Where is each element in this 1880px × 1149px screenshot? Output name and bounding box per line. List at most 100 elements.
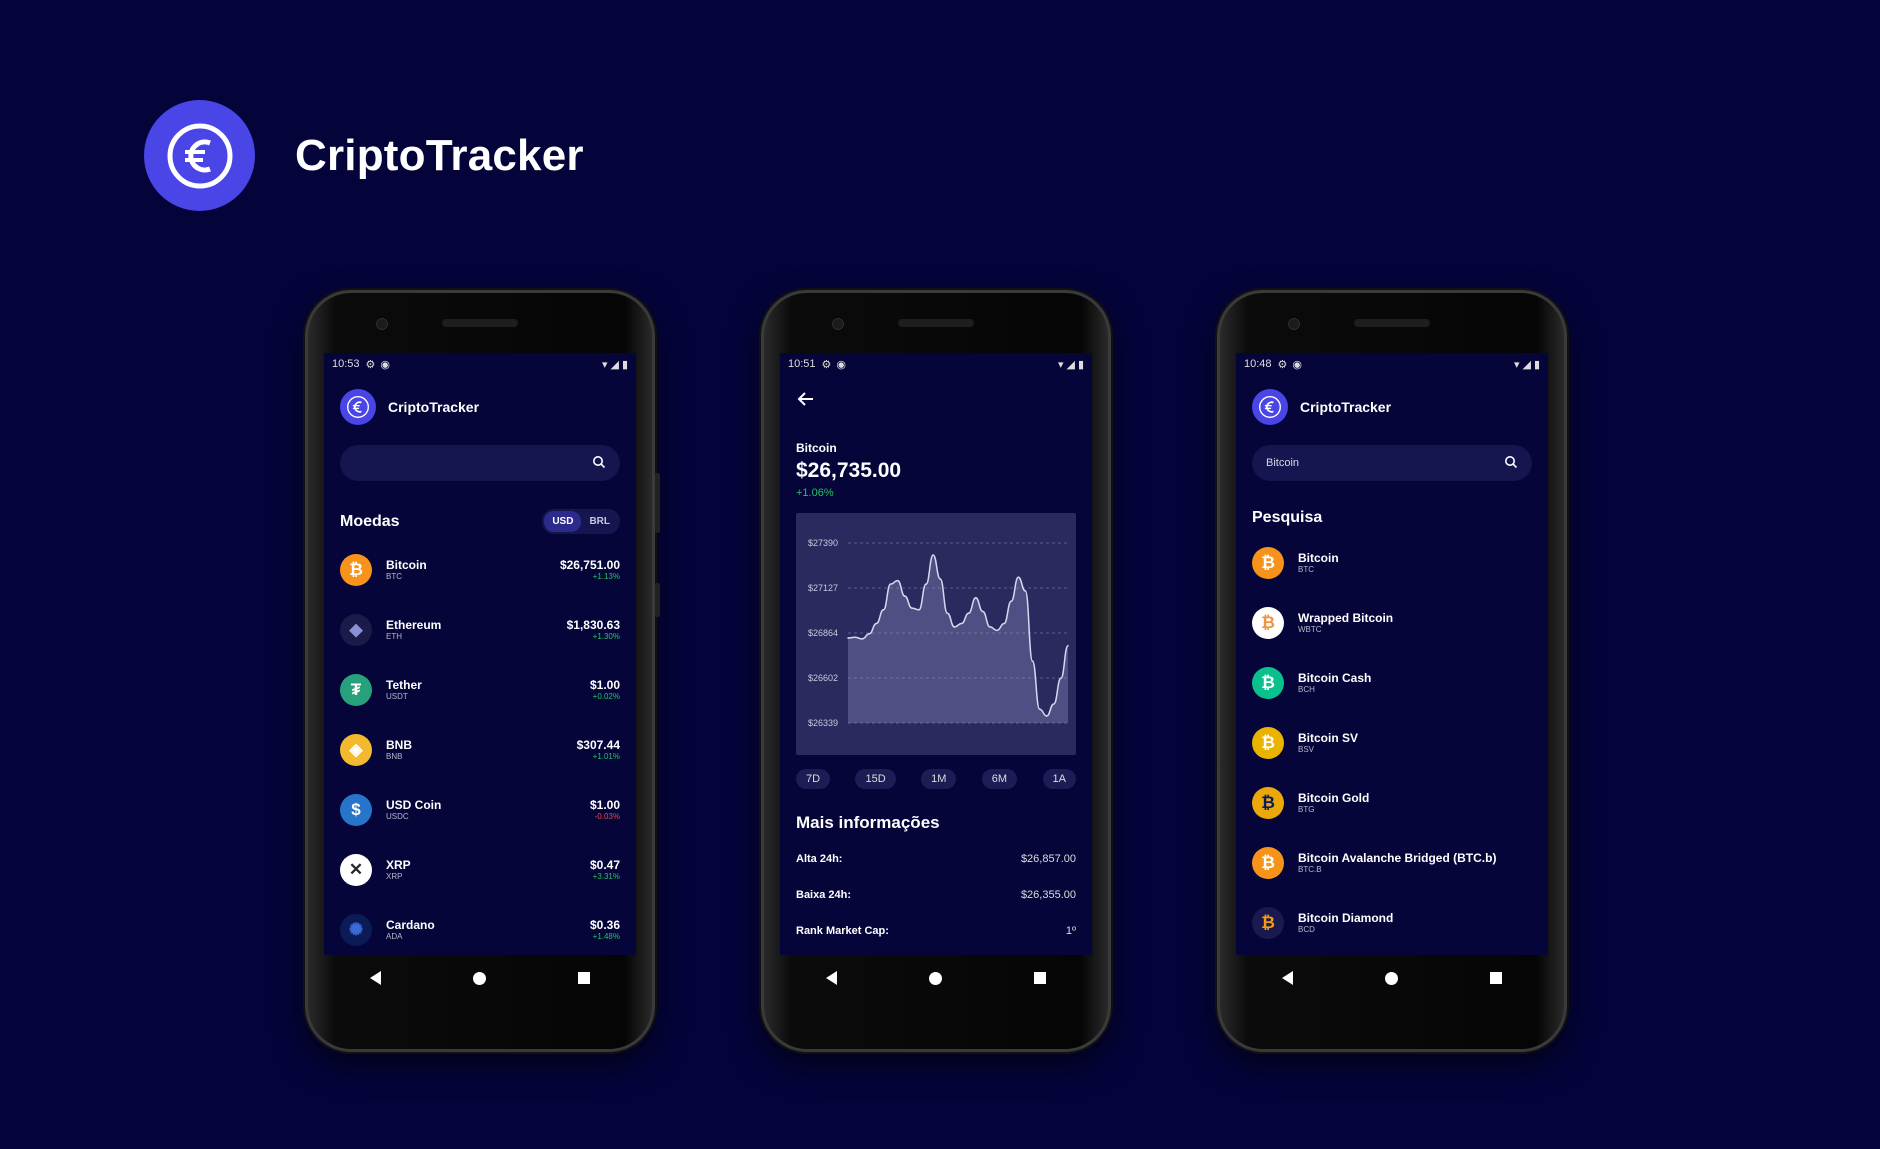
speaker <box>898 319 974 327</box>
coin-symbol: USDT <box>386 692 408 702</box>
coin-names: BNB BNB <box>386 738 577 762</box>
notification-icon: ◉ <box>380 358 391 371</box>
coin-change: +3.31% <box>592 872 620 882</box>
toggle-usd[interactable]: USD <box>544 511 582 532</box>
section-title: Pesquisa <box>1252 509 1323 526</box>
chart-point <box>889 583 892 585</box>
coin-names: USD Coin USDC <box>386 798 590 822</box>
notification-icon: ◉ <box>836 358 847 371</box>
chart-point <box>911 607 913 609</box>
y-tick-label: $27390 <box>808 538 838 548</box>
search-result-row[interactable]: ₿ Bitcoin Gold BTG <box>1236 773 1548 833</box>
coin-name: BNB <box>386 738 412 752</box>
bitcoin-cash-icon: ₿ <box>1252 667 1284 699</box>
coin-names: Bitcoin SV BSV <box>1298 731 1532 755</box>
coin-change: +1.01% <box>592 752 620 762</box>
period-1a-button[interactable]: 1A <box>1042 769 1076 789</box>
coin-row[interactable]: $ USD Coin USDC $1.00 -0.03% <box>324 780 636 840</box>
search-result-row[interactable]: ₿ Wrapped Bitcoin WBTC <box>1236 593 1548 653</box>
search-result-row[interactable]: ₿ Bitcoin Cash BCH <box>1236 653 1548 713</box>
search-icon[interactable] <box>1504 455 1518 472</box>
bnb-icon: ◈ <box>340 734 372 766</box>
coin-symbol: WBTC <box>1298 625 1322 635</box>
settings-icon: ⚙ <box>365 358 376 371</box>
screen: 10:51 ⚙ ◉ ▾ ◢ ▮ Bitcoin $26,735.00 +1.06% $… <box>780 353 1092 955</box>
chart-point <box>925 583 927 585</box>
chart-point <box>1024 590 1027 592</box>
search-icon[interactable] <box>592 455 606 472</box>
recent-apps-icon[interactable] <box>1034 972 1046 984</box>
coin-price: $26,735.00 <box>796 459 902 482</box>
coin-row[interactable]: ₮ Tether USDT $1.00 +0.02% <box>324 660 636 720</box>
period-1m-button[interactable]: 1M <box>921 769 957 789</box>
ethereum-icon: ◆ <box>340 614 372 646</box>
y-tick-label: $26339 <box>808 718 838 728</box>
coin-row[interactable]: ◈ BNB BNB $307.44 +1.01% <box>324 720 636 780</box>
coin-change: +1.06% <box>796 487 834 499</box>
search-result-row[interactable]: ₿ Bitcoin BTC <box>1236 533 1548 593</box>
arrow-left-icon[interactable] <box>796 392 816 413</box>
wifi-icon: ▾ <box>1057 358 1064 371</box>
recent-apps-icon[interactable] <box>578 972 590 984</box>
result-list: ₿ Bitcoin BTC ₿ Wrapped Bitcoin WBTC ₿ Bitcoin … <box>1236 533 1548 953</box>
volume-button <box>655 473 660 533</box>
back-nav-icon[interactable] <box>826 971 837 985</box>
nav-bar <box>780 958 1092 998</box>
period-6m-button[interactable]: 6M <box>981 769 1018 789</box>
coin-names: Cardano ADA <box>386 918 590 942</box>
coin-symbol: BTC <box>1298 565 1314 575</box>
period-7d-button[interactable]: 7D <box>796 769 831 789</box>
back-nav-icon[interactable] <box>370 971 381 985</box>
coin-name: Bitcoin SV <box>1298 731 1359 745</box>
search-input[interactable]: Bitcoin <box>1252 445 1532 481</box>
coin-price: $0.47 <box>589 858 620 872</box>
period-15d-button[interactable]: 15D <box>855 769 896 789</box>
back-nav-icon[interactable] <box>1282 971 1293 985</box>
coin-name: Bitcoin <box>1298 551 1339 565</box>
info-label: Alta 24h: <box>796 853 843 865</box>
brand-title: CriptoTracker <box>295 130 584 180</box>
coin-row[interactable]: ✕ XRP XRP $0.47 +3.31% <box>324 840 636 900</box>
xrp-icon: ✕ <box>340 854 372 886</box>
coin-name: Bitcoin Diamond <box>1298 911 1394 925</box>
cardano-icon: ✺ <box>340 914 372 946</box>
status-time: 10:48 <box>1244 358 1272 370</box>
coin-price: $0.36 <box>589 918 620 932</box>
coin-row[interactable]: ◆ Ethereum ETH $1,830.63 +1.30% <box>324 600 636 660</box>
coin-row[interactable]: ✺ Cardano ADA $0.36 +1.48% <box>324 900 636 955</box>
search-result-row[interactable]: ₿ Bitcoin Avalanche Bridged (BTC.b) BTC.B <box>1236 833 1548 893</box>
bitcoin-icon: ₿ <box>1252 547 1284 579</box>
search-result-row[interactable]: ₿ Bitcoin SV BSV <box>1236 713 1548 773</box>
bitcoin-gold-icon: ₿ <box>1252 787 1284 819</box>
section-header: Moedas USD BRL <box>324 509 636 534</box>
coin-names: Wrapped Bitcoin WBTC <box>1298 611 1532 635</box>
coin-name: XRP <box>386 858 411 872</box>
chart-point <box>875 622 878 625</box>
search-result-row[interactable]: ₿ Bitcoin Diamond BCD <box>1236 893 1548 953</box>
status-bar: 10:51 ⚙ ◉ ▾ ◢ ▮ <box>780 353 1092 375</box>
toggle-brl[interactable]: BRL <box>581 511 618 532</box>
chart-point <box>1067 644 1069 647</box>
chart-point <box>861 638 863 640</box>
recent-apps-icon[interactable] <box>1490 972 1502 984</box>
coin-names: Bitcoin BTC <box>386 558 560 582</box>
euro-logo-icon <box>340 389 376 425</box>
chart-point <box>974 597 977 599</box>
bitcoin-icon: ₿ <box>340 554 372 586</box>
info-value: $26,857.00 <box>1020 853 1076 865</box>
euro-logo-icon <box>1252 389 1288 425</box>
coin-values: $307.44 +1.01% <box>577 738 620 762</box>
home-nav-icon[interactable] <box>473 971 486 985</box>
nav-bar <box>324 958 636 998</box>
tether-icon: ₮ <box>340 674 372 706</box>
chart-point <box>953 626 956 628</box>
currency-toggle[interactable]: USD BRL <box>542 509 620 534</box>
more-info-title: Mais informações <box>796 813 940 832</box>
search-input[interactable] <box>340 445 620 481</box>
home-nav-icon[interactable] <box>929 971 942 985</box>
app-title: CriptoTracker <box>388 399 480 415</box>
coin-row[interactable]: ₿ Bitcoin BTC $26,751.00 +1.13% <box>324 540 636 600</box>
home-nav-icon[interactable] <box>1385 971 1398 985</box>
chart-point <box>1053 703 1055 705</box>
back-button[interactable] <box>780 375 1092 425</box>
